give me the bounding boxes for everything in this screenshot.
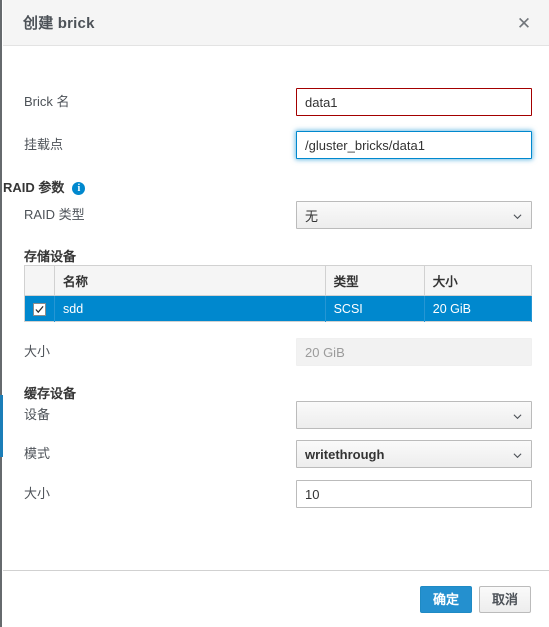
raid-section-heading: RAID 参数 i (3, 177, 549, 196)
mount-point-label: 挂载点 (24, 137, 64, 152)
confirm-button[interactable]: 确定 (420, 585, 472, 613)
table-header-size[interactable]: 大小 (424, 265, 532, 296)
field-row-cache-device: 设备 (3, 401, 549, 429)
storage-size-label: 大小 (24, 344, 51, 359)
table-header-row: 名称 类型 大小 (24, 265, 532, 296)
cache-device-control (296, 401, 532, 429)
field-row-mount-point: 挂载点 (3, 131, 549, 159)
table-header-type[interactable]: 类型 (325, 265, 425, 296)
cache-size-control (296, 480, 532, 508)
raid-type-value: 无 (305, 208, 319, 224)
dialog-footer: 确定 取消 (3, 570, 549, 627)
raid-type-label: RAID 类型 (24, 207, 85, 222)
cache-section-heading-text: 缓存设备 (24, 386, 77, 401)
storage-section-heading: 存储设备 (3, 246, 549, 265)
brick-name-input[interactable] (296, 88, 532, 116)
chevron-down-icon (513, 212, 522, 221)
brick-name-control (296, 88, 532, 116)
field-row-storage-size: 大小 (3, 338, 549, 366)
cache-size-input[interactable] (296, 480, 532, 508)
dialog-title: 创建 brick (23, 15, 95, 32)
cache-mode-select[interactable]: writethrough (296, 440, 532, 468)
table-header-checkbox (24, 265, 56, 296)
cancel-button[interactable]: 取消 (479, 585, 531, 613)
raid-type-select[interactable]: 无 (296, 201, 532, 229)
dialog-header: 创建 brick ✕ (3, 0, 549, 46)
row-device-name: sdd (54, 295, 326, 322)
create-brick-dialog: 创建 brick ✕ Brick 名 挂载点 RAID 参数 i (3, 0, 549, 627)
chevron-down-icon (513, 451, 522, 460)
brick-name-label: Brick 名 (24, 94, 70, 109)
close-icon[interactable]: ✕ (511, 10, 537, 36)
cache-mode-control: writethrough (296, 440, 532, 468)
row-device-size: 20 GiB (424, 295, 533, 322)
row-device-type: SCSI (325, 295, 425, 322)
cache-device-select[interactable] (296, 401, 532, 429)
info-icon[interactable]: i (72, 182, 86, 196)
cache-section-heading: 缓存设备 (3, 383, 549, 402)
cache-size-label: 大小 (24, 486, 51, 501)
dialog-body: Brick 名 挂载点 RAID 参数 i RAID 类型 (3, 46, 549, 570)
chevron-down-icon (513, 412, 522, 421)
backdrop-left-edge (0, 0, 2, 627)
table-row[interactable]: sdd SCSI 20 GiB (24, 295, 533, 322)
mount-point-control (296, 131, 532, 159)
cache-device-label: 设备 (24, 407, 51, 422)
field-row-brick-name: Brick 名 (3, 88, 549, 116)
screen: 创建 brick ✕ Brick 名 挂载点 RAID 参数 i (0, 0, 549, 627)
storage-device-table: 名称 类型 大小 sdd SCSI 20 GiB (24, 265, 533, 322)
raid-section-heading-text: RAID 参数 (3, 180, 65, 195)
mount-point-input[interactable] (296, 131, 532, 159)
field-row-cache-size: 大小 (3, 480, 549, 508)
field-row-cache-mode: 模式 writethrough (3, 440, 549, 468)
storage-section-heading-text: 存储设备 (24, 249, 77, 264)
raid-type-control: 无 (296, 201, 532, 229)
table-header-name[interactable]: 名称 (54, 265, 326, 296)
storage-size-control (296, 338, 532, 366)
cache-mode-value: writethrough (305, 446, 385, 462)
cache-mode-label: 模式 (24, 446, 51, 461)
field-row-raid-type: RAID 类型 无 (3, 201, 549, 229)
storage-size-input (296, 338, 532, 366)
row-checkbox-cell[interactable] (24, 295, 56, 322)
checkbox-checked-icon[interactable] (33, 302, 47, 316)
